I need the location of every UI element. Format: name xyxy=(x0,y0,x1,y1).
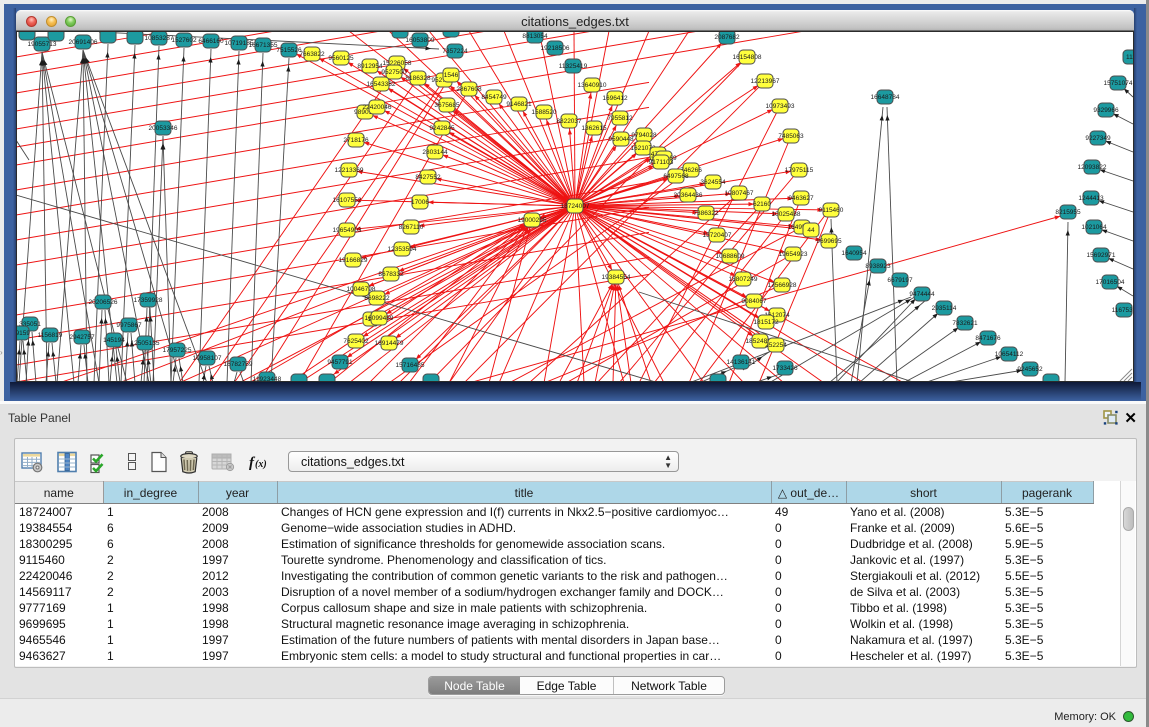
svg-text:(x): (x) xyxy=(255,459,267,470)
